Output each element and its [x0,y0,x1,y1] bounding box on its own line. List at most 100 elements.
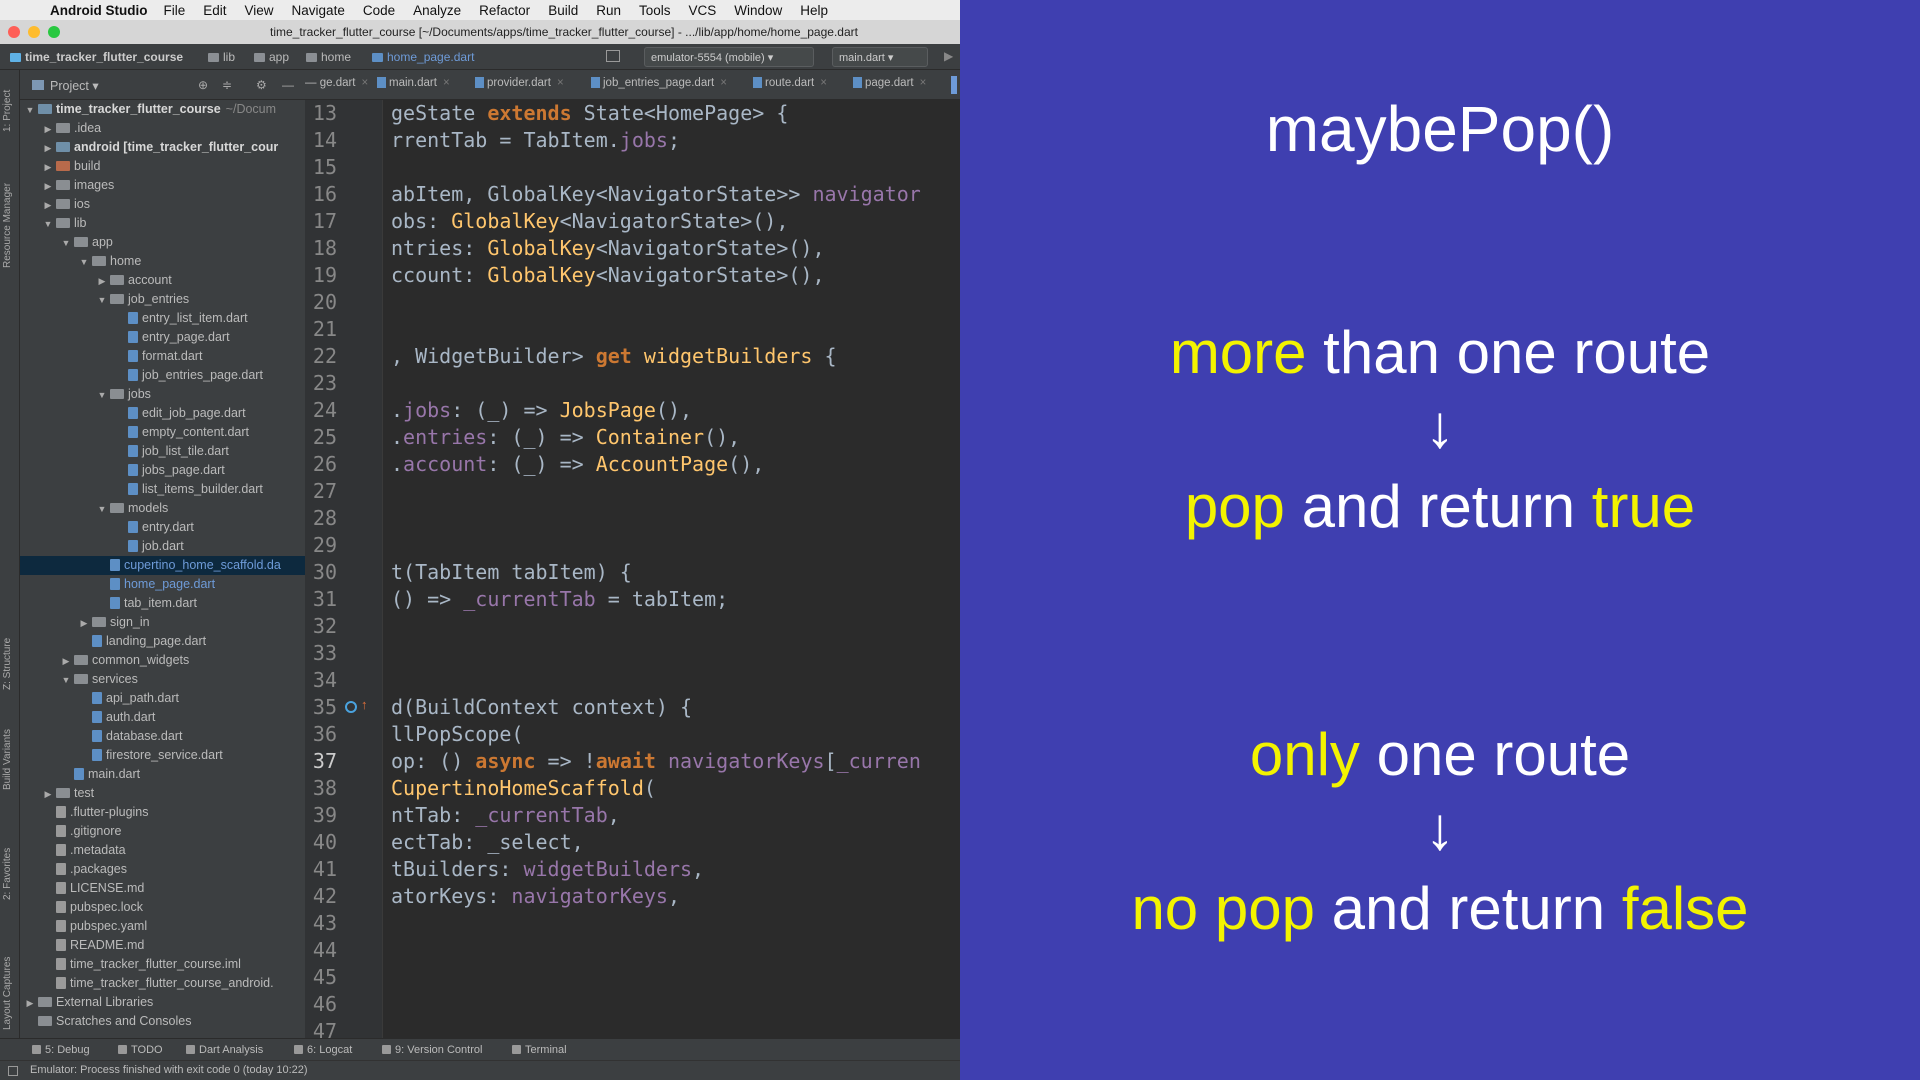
expanded-arrow-icon[interactable]: ▼ [96,386,108,405]
tree-folder[interactable]: ▶ build [20,157,305,176]
terminal-tab[interactable]: Terminal [512,1044,567,1056]
tree-folder[interactable]: ▶ External Libraries [20,993,305,1012]
close-tab-icon[interactable]: × [820,77,827,89]
expanded-arrow-icon[interactable]: ▼ [78,253,90,272]
editor-tab[interactable]: page.dart × [853,77,926,89]
tree-file[interactable]: home_page.dart [20,575,305,594]
code-editor[interactable]: geState extends State<HomePage> {rrentTa… [383,100,960,1038]
tree-folder[interactable]: ▼ models [20,499,305,518]
side-tab-favorites[interactable]: 2: Favorites [2,848,13,900]
menu-code[interactable]: Code [363,3,395,18]
tree-file[interactable]: cupertino_home_scaffold.da [20,556,305,575]
tree-file[interactable]: pubspec.yaml [20,917,305,936]
tree-folder[interactable]: ▼ job_entries [20,290,305,309]
breadcrumb-file[interactable]: home_page.dart [372,50,474,64]
tree-file[interactable]: database.dart [20,727,305,746]
breadcrumb-lib[interactable]: lib [208,50,235,64]
tree-file[interactable]: job_entries_page.dart [20,366,305,385]
version-control-tab[interactable]: 9: Version Control [382,1044,482,1056]
breadcrumb-app[interactable]: app [254,50,289,64]
tree-folder[interactable]: ▶ account [20,271,305,290]
collapsed-arrow-icon[interactable]: ▶ [42,139,54,158]
editor-tab[interactable]: job_entries_page.dart × [591,77,727,89]
tree-file[interactable]: firestore_service.dart [20,746,305,765]
menu-run[interactable]: Run [596,3,621,18]
tree-file[interactable]: .flutter-plugins [20,803,305,822]
debug-tab[interactable]: 5: Debug [32,1044,90,1056]
collapsed-arrow-icon[interactable]: ▶ [42,785,54,804]
editor-tab[interactable]: main.dart × [377,77,450,89]
menu-help[interactable]: Help [800,3,828,18]
tree-file[interactable]: .packages [20,860,305,879]
tree-file[interactable]: README.md [20,936,305,955]
side-tab-structure[interactable]: Z: Structure [2,638,13,690]
expanded-arrow-icon[interactable]: ▼ [96,500,108,519]
collapsed-arrow-icon[interactable]: ▶ [24,994,36,1013]
tree-folder[interactable]: ▶ sign_in [20,613,305,632]
tree-file[interactable]: pubspec.lock [20,898,305,917]
menu-vcs[interactable]: VCS [689,3,717,18]
menu-tools[interactable]: Tools [639,3,671,18]
tree-file[interactable]: auth.dart [20,708,305,727]
collapsed-arrow-icon[interactable]: ▶ [96,272,108,291]
collapsed-arrow-icon[interactable]: ▶ [42,196,54,215]
breadcrumb-home[interactable]: home [306,50,351,64]
expanded-arrow-icon[interactable]: ▼ [42,215,54,234]
tree-folder[interactable]: ▼ app [20,233,305,252]
menu-navigate[interactable]: Navigate [292,3,345,18]
tree-folder[interactable]: Scratches and Consoles [20,1012,305,1031]
run-config-selector[interactable]: main.dart ▾ [832,47,928,67]
tree-file[interactable]: jobs_page.dart [20,461,305,480]
side-tab-layout-captures[interactable]: Layout Captures [2,957,13,1030]
app-name-menu[interactable]: Android Studio [50,3,147,18]
tree-file[interactable]: time_tracker_flutter_course.iml [20,955,305,974]
tree-file[interactable]: edit_job_page.dart [20,404,305,423]
zoom-window-button[interactable] [48,26,60,38]
tree-file[interactable]: list_items_builder.dart [20,480,305,499]
tree-folder[interactable]: ▼ services [20,670,305,689]
close-tab-icon[interactable]: × [557,77,564,89]
gear-icon[interactable]: ⚙ [256,78,267,92]
tree-file[interactable]: job.dart [20,537,305,556]
menu-window[interactable]: Window [734,3,782,18]
close-tab-icon[interactable]: × [362,77,369,89]
toggle-tool-windows-icon[interactable] [8,1066,18,1076]
apple-logo-icon[interactable] [22,2,36,18]
tree-file[interactable]: time_tracker_flutter_course_android. [20,974,305,993]
expanded-arrow-icon[interactable]: ▼ [24,101,36,120]
tree-folder[interactable]: ▼ time_tracker_flutter_course ~/Docum [20,100,305,119]
collapsed-arrow-icon[interactable]: ▶ [60,652,72,671]
editor-tab[interactable]: route.dart × [753,77,827,89]
tree-folder[interactable]: ▼ lib [20,214,305,233]
collapsed-arrow-icon[interactable]: ▶ [42,158,54,177]
tree-file[interactable]: .metadata [20,841,305,860]
active-tab-marker[interactable] [951,76,957,94]
menu-analyze[interactable]: Analyze [413,3,461,18]
tree-folder[interactable]: ▶ images [20,176,305,195]
close-window-button[interactable] [8,26,20,38]
expanded-arrow-icon[interactable]: ▼ [60,234,72,253]
layout-icon[interactable] [606,50,620,62]
close-tab-icon[interactable]: × [920,77,927,89]
logcat-tab[interactable]: 6: Logcat [294,1044,352,1056]
tree-file[interactable]: .gitignore [20,822,305,841]
tree-file[interactable]: format.dart [20,347,305,366]
tree-file[interactable]: entry.dart [20,518,305,537]
tree-file[interactable]: LICENSE.md [20,879,305,898]
override-marker-icon[interactable] [345,701,357,713]
hide-panel-icon[interactable]: — [282,78,294,92]
locate-icon[interactable]: ⊕ [198,78,208,92]
collapse-all-icon[interactable]: ≑ [222,78,232,92]
close-tab-icon[interactable]: × [720,77,727,89]
tree-folder[interactable]: ▶ common_widgets [20,651,305,670]
tree-folder[interactable]: ▶ .idea [20,119,305,138]
dart-analysis-tab[interactable]: Dart Analysis [186,1044,263,1056]
tree-folder[interactable]: ▶ ios [20,195,305,214]
tree-file[interactable]: entry_page.dart [20,328,305,347]
collapsed-arrow-icon[interactable]: ▶ [42,177,54,196]
device-selector[interactable]: emulator-5554 (mobile) ▾ [644,47,814,67]
menu-file[interactable]: File [163,3,185,18]
menu-view[interactable]: View [245,3,274,18]
expanded-arrow-icon[interactable]: ▼ [60,671,72,690]
expanded-arrow-icon[interactable]: ▼ [96,291,108,310]
